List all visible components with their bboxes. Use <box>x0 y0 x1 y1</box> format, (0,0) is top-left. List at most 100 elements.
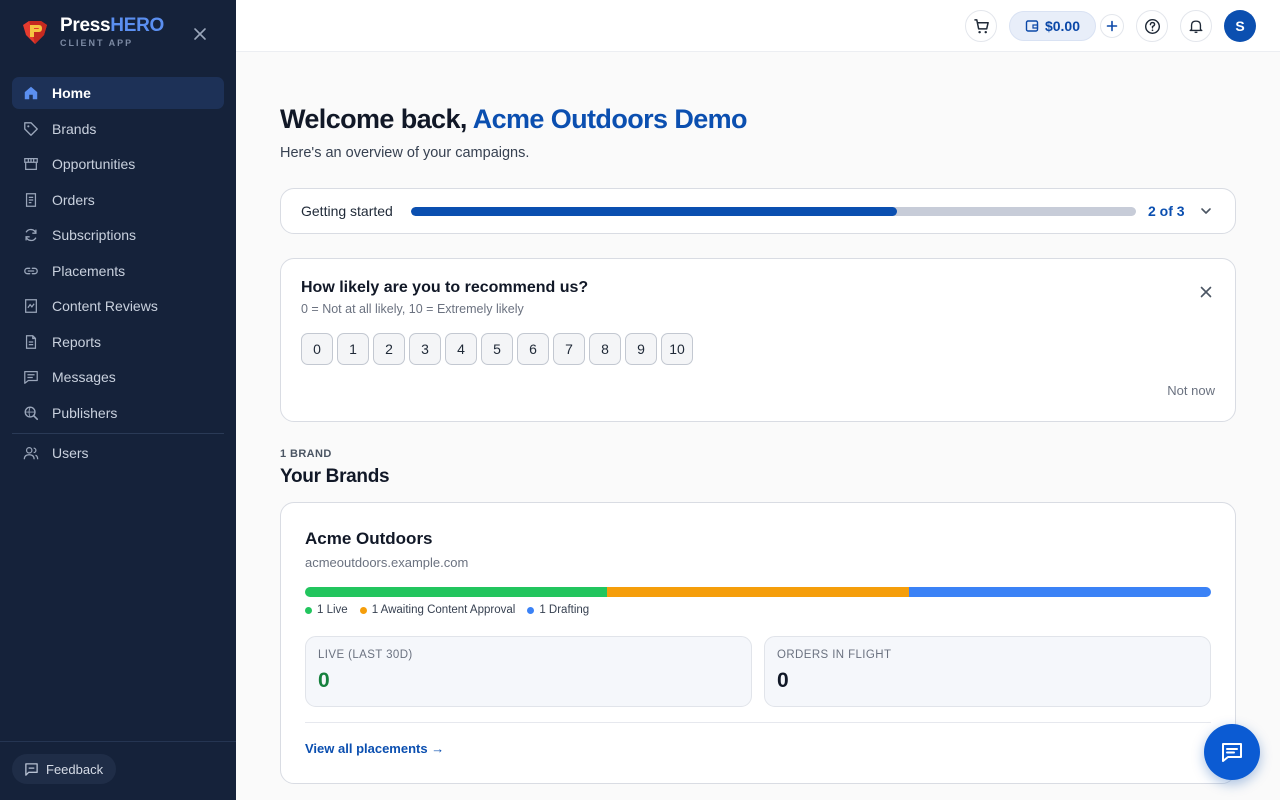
refresh-icon <box>22 226 40 244</box>
nps-question: How likely are you to recommend us? <box>301 279 589 296</box>
wallet-balance-button[interactable]: $0.00 <box>1009 11 1096 41</box>
sidebar-item-messages[interactable]: Messages <box>12 361 224 393</box>
legend-item: 1 Live <box>305 604 348 616</box>
sidebar-item-label: Opportunities <box>52 156 136 172</box>
sidebar-item-label: Reports <box>52 333 102 350</box>
legend-label: 1 Awaiting Content Approval <box>371 604 516 616</box>
nps-score-button[interactable]: 2 <box>373 333 405 365</box>
sidebar: PressHERO CLIENT APP Home Brands Opportu… <box>0 0 236 800</box>
brands-heading: Your Brands <box>280 466 390 487</box>
nps-score-button[interactable]: 0 <box>301 333 333 365</box>
sidebar-item-opportunities[interactable]: Opportunities <box>12 148 224 180</box>
nps-score-button[interactable]: 4 <box>445 333 477 365</box>
status-segment <box>606 587 909 597</box>
legend-label: 1 Drafting <box>539 604 590 616</box>
feedback-button[interactable]: Feedback <box>12 754 117 784</box>
tag-icon <box>22 120 40 138</box>
sidebar-item-label: Subscriptions <box>52 227 137 243</box>
close-icon[interactable] <box>1198 284 1214 300</box>
close-sidebar-icon[interactable] <box>190 24 210 44</box>
nps-survey-card: How likely are you to recommend us? 0 = … <box>280 258 1236 422</box>
feedback-label: Feedback <box>46 761 104 777</box>
status-legend: 1 Live 1 Awaiting Content Approval 1 Draft… <box>305 604 601 616</box>
bell-icon <box>1189 20 1203 34</box>
getting-started-card[interactable]: Getting started 2 of 3 <box>280 188 1236 234</box>
sidebar-item-label: Publishers <box>52 404 118 421</box>
chevron-down-icon[interactable] <box>1198 203 1214 219</box>
cart-button[interactable] <box>965 10 997 42</box>
add-funds-button[interactable] <box>1100 14 1124 38</box>
stat-label: ORDERS IN FLIGHT <box>777 649 892 661</box>
users-icon <box>22 444 40 462</box>
sidebar-item-label: Home <box>52 85 91 101</box>
receipt-icon <box>22 191 40 209</box>
nps-score-button[interactable]: 8 <box>589 333 621 365</box>
sidebar-footer-divider <box>0 741 236 742</box>
link-icon <box>22 262 40 280</box>
user-avatar[interactable]: S <box>1224 10 1256 42</box>
notifications-button[interactable] <box>1180 10 1212 42</box>
sidebar-item-publishers[interactable]: Publishers <box>12 397 224 429</box>
balance-amount: $0.00 <box>1044 18 1081 34</box>
sidebar-item-brands[interactable]: Brands <box>12 113 224 145</box>
getting-started-count: 2 of 3 <box>1148 203 1185 219</box>
sidebar-item-home[interactable]: Home <box>12 77 224 109</box>
sidebar-item-orders[interactable]: Orders <box>12 184 224 216</box>
sidebar-item-label: Orders <box>52 191 95 208</box>
nav-divider <box>12 432 224 434</box>
nps-score-button[interactable]: 10 <box>661 333 693 365</box>
stat-value: 0 <box>318 669 330 692</box>
sidebar-item-placements[interactable]: Placements <box>12 255 224 287</box>
nps-score-button[interactable]: 5 <box>481 333 513 365</box>
nps-score-button[interactable]: 9 <box>625 333 657 365</box>
view-all-placements-link[interactable]: View all placements → <box>305 741 444 756</box>
app-brand[interactable]: PressHERO CLIENT APP <box>20 16 164 48</box>
welcome-prefix: Welcome back, <box>280 104 467 134</box>
page-subtitle: Here's an overview of your campaigns. <box>280 145 530 161</box>
legend-label: 1 Live <box>317 604 348 616</box>
nps-rating-scale: 0 1 2 3 4 5 6 7 8 9 10 <box>301 333 697 365</box>
status-breakdown-bar <box>305 587 1211 597</box>
page-title: Welcome back, Acme Outdoors Demo <box>280 104 748 135</box>
nps-score-button[interactable]: 1 <box>337 333 369 365</box>
sidebar-item-reports[interactable]: Reports <box>12 326 224 358</box>
legend-item: 1 Awaiting Content Approval <box>359 604 516 616</box>
card-divider <box>305 722 1211 723</box>
sidebar-item-label: Users <box>52 444 89 461</box>
sidebar-item-content-reviews[interactable]: Content Reviews <box>12 290 224 322</box>
nps-score-button[interactable]: 7 <box>553 333 585 365</box>
chat-button[interactable] <box>1204 724 1260 780</box>
brand-card[interactable]: Acme Outdoors acmeoutdoors.example.com 1… <box>280 502 1236 784</box>
app-subtitle: CLIENT APP <box>60 38 134 48</box>
store-icon <box>22 155 40 173</box>
home-icon <box>22 84 40 102</box>
legend-dot-icon <box>527 606 535 614</box>
help-button[interactable] <box>1136 10 1168 42</box>
report-icon <box>22 333 40 351</box>
getting-started-label: Getting started <box>301 203 393 219</box>
chat-icon <box>1222 743 1242 762</box>
sidebar-item-label: Messages <box>52 369 116 385</box>
progress-fill <box>411 207 897 216</box>
sidebar-item-label: Placements <box>52 262 126 279</box>
top-bar: $0.00 S <box>236 0 1280 52</box>
not-now-button[interactable]: Not now <box>1167 383 1215 398</box>
sidebar-item-label: Brands <box>52 120 97 137</box>
app-name: PressHERO <box>60 15 164 36</box>
brand-count: 1 BRAND <box>280 448 332 460</box>
sidebar-item-users[interactable]: Users <box>12 437 224 469</box>
nps-scale-hint: 0 = Not at all likely, 10 = Extremely li… <box>301 302 524 316</box>
cart-icon <box>973 18 989 33</box>
stat-value: 0 <box>777 669 789 692</box>
orders-stat-card: ORDERS IN FLIGHT 0 <box>764 636 1211 707</box>
status-segment <box>908 587 1211 597</box>
nps-score-button[interactable]: 3 <box>409 333 441 365</box>
nps-score-button[interactable]: 6 <box>517 333 549 365</box>
brand-name: Acme Outdoors <box>305 529 433 548</box>
live-stat-card: LIVE (LAST 30D) 0 <box>305 636 752 707</box>
plus-icon <box>1106 20 1118 32</box>
search-globe-icon <box>22 404 40 422</box>
message-icon <box>22 368 40 386</box>
sidebar-item-subscriptions[interactable]: Subscriptions <box>12 219 224 251</box>
review-icon <box>22 297 40 315</box>
